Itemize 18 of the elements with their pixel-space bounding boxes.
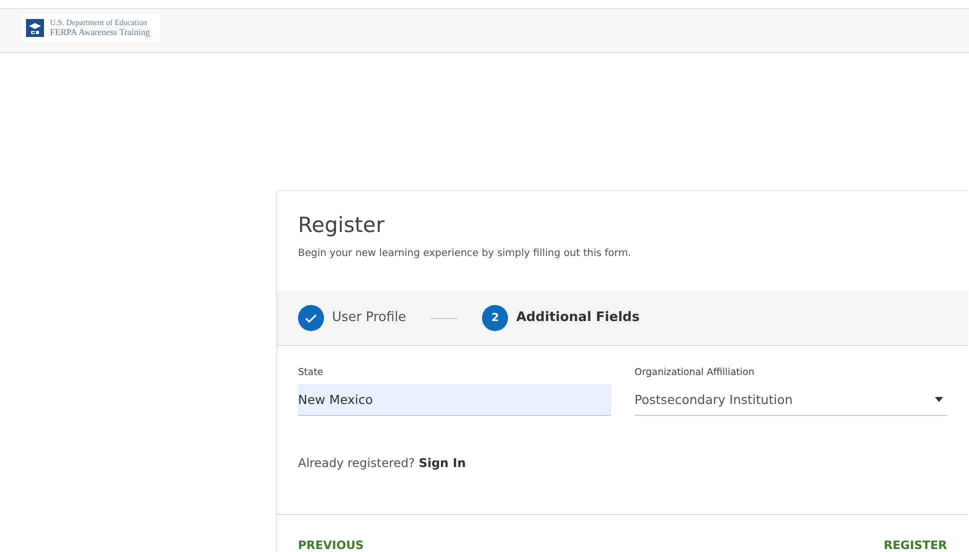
signin-link[interactable]: Sign In	[418, 456, 466, 470]
signin-prompt: Already registered? Sign In	[297, 455, 467, 472]
step-label[interactable]: User Profile	[332, 308, 406, 328]
logo-department-text: U.S. Department of Education	[50, 18, 148, 28]
form-title: Register	[298, 213, 386, 238]
logo-training-text: FERPA Awareness Training	[50, 27, 150, 38]
site-logo[interactable]: U.S. Department of Education FERPA Awareness Training	[22, 14, 160, 42]
form-subtitle: Begin your new learning experience by simply filling out this form.	[298, 247, 632, 262]
field-label: State	[298, 366, 324, 380]
input-field[interactable]: New Mexico	[298, 384, 610, 416]
previous-button[interactable]: PREVIOUS	[298, 537, 364, 552]
register-button[interactable]: REGISTER	[884, 537, 947, 552]
graduation-cap-icon	[26, 18, 44, 37]
select-field[interactable]: Postsecondary Institution	[634, 384, 947, 416]
dropdown-caret-icon	[935, 397, 943, 402]
step-number: 2	[482, 305, 508, 332]
field-label: Organizational Affilliation	[634, 366, 756, 380]
step-label[interactable]: Additional Fields	[516, 308, 640, 328]
